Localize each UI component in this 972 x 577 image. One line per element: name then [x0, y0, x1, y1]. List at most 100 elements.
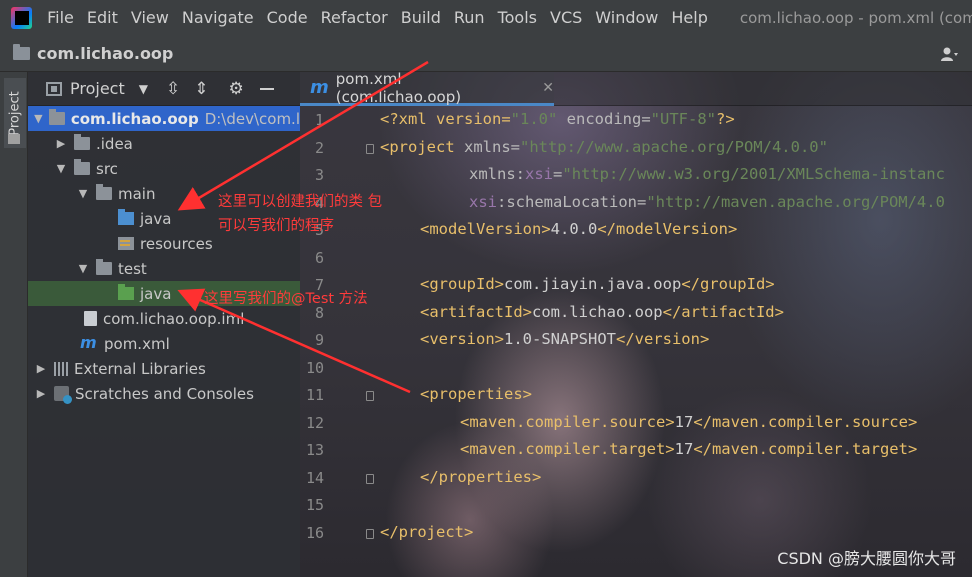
code-line-14: </properties>: [420, 468, 541, 486]
chevron-right-icon[interactable]: ▶: [34, 362, 48, 375]
menu-window[interactable]: Window: [590, 0, 666, 36]
tree-item-root[interactable]: ▼ com.lichao.oop D:\dev\com.l: [28, 106, 300, 131]
folder-icon: [74, 159, 90, 175]
menu-vcs[interactable]: VCS: [545, 0, 590, 36]
line-number: 11: [305, 386, 324, 404]
code-editor[interactable]: <?xml version="1.0" encoding="UTF-8"?> <…: [380, 106, 972, 577]
line-number: 3: [314, 166, 324, 184]
intellij-logo-icon: [11, 7, 33, 29]
fold-marker-icon[interactable]: [366, 529, 374, 539]
tree-item-label: .idea: [96, 134, 133, 153]
fold-marker-icon[interactable]: [366, 474, 374, 484]
scratches-icon: [54, 386, 72, 404]
menu-refactor[interactable]: Refactor: [316, 0, 396, 36]
chevron-down-icon[interactable]: ▼: [76, 262, 90, 275]
code-line-1: <?xml version="1.0" encoding="UTF-8"?>: [380, 110, 735, 128]
code-token: xsi: [469, 193, 497, 211]
chevron-right-icon[interactable]: ▶: [54, 137, 68, 150]
code-token: </modelVersion>: [597, 220, 738, 238]
code-token: </project>: [380, 523, 474, 541]
tree-item-iml[interactable]: com.lichao.oop.iml: [28, 306, 300, 331]
tree-item-label: resources: [140, 234, 213, 253]
code-token: 17: [674, 413, 694, 431]
code-token: xsi: [525, 165, 554, 183]
project-panel: Project ▼ ⇳ ⇕ ⚙ ▼ com.lichao.oop D:\dev\…: [28, 72, 300, 577]
editor-tab-bar: m pom.xml (com.lichao.oop) ✕: [300, 69, 972, 106]
tree-item-idea[interactable]: ▶ .idea: [28, 131, 300, 156]
annotation-text: 这里可以创建我们的类 包: [218, 194, 383, 210]
code-token: </groupId>: [681, 275, 775, 293]
code-token: </properties>: [420, 468, 542, 486]
code-token: =: [553, 165, 563, 183]
fold-marker-icon[interactable]: [366, 144, 374, 154]
tree-item-label: com.lichao.oop: [70, 109, 199, 128]
tree-item-label: main: [118, 184, 156, 203]
code-token: encoding=: [557, 110, 651, 128]
breadcrumb-project[interactable]: com.lichao.oop: [37, 44, 173, 63]
watermark: CSDN @膀大腰圆你大哥: [777, 549, 956, 568]
tree-item-src[interactable]: ▼ src: [28, 156, 300, 181]
tree-item-external-libraries[interactable]: ▶ External Libraries: [28, 356, 300, 381]
maven-file-icon: m: [80, 332, 97, 352]
tree-item-path: D:\dev\com.l: [204, 109, 300, 128]
line-number: 12: [305, 414, 324, 432]
left-tool-strip: Project: [0, 72, 28, 577]
code-token: <maven.compiler.target>: [460, 440, 675, 458]
menu-code[interactable]: Code: [262, 0, 316, 36]
code-token: "http://www.w3.org/2001/XMLSchema-instan…: [562, 165, 945, 183]
line-number: 1: [314, 111, 324, 129]
code-line-5: <modelVersion>4.0.0</modelVersion>: [420, 220, 737, 238]
code-line-12: <maven.compiler.source>17</maven.compile…: [460, 413, 917, 431]
project-panel-title[interactable]: Project: [70, 79, 125, 98]
project-folder-icon: [13, 44, 30, 60]
menu-help[interactable]: Help: [666, 0, 715, 36]
user-icon[interactable]: [940, 45, 958, 63]
code-token: :schemaLocation=: [497, 193, 647, 211]
menu-run[interactable]: Run: [449, 0, 493, 36]
code-line-2: <project xmlns="http://www.apache.org/PO…: [380, 138, 828, 156]
code-token: ?>: [715, 110, 735, 128]
chevron-down-icon[interactable]: ▼: [139, 82, 148, 96]
minimize-icon[interactable]: [259, 87, 274, 90]
chevron-down-icon[interactable]: ▼: [34, 112, 43, 125]
annotation-text: 可以写我们的程序: [218, 218, 334, 234]
module-folder-icon: [48, 109, 65, 125]
tree-item-pom[interactable]: m pom.xml: [28, 331, 300, 356]
menu-navigate[interactable]: Navigate: [177, 0, 262, 36]
menu-edit[interactable]: Edit: [82, 0, 126, 36]
chevron-down-icon[interactable]: ▼: [54, 162, 68, 175]
code-token: "http://maven.apache.org/POM/4.0: [646, 193, 945, 211]
code-line-7: <groupId>com.jiayin.java.oop</groupId>: [420, 275, 775, 293]
code-line-4: xsi:schemaLocation="http://maven.apache.…: [469, 193, 945, 211]
tab-label: pom.xml (com.lichao.oop): [335, 69, 462, 106]
menu-view[interactable]: View: [126, 0, 177, 36]
fold-marker-icon[interactable]: [366, 391, 374, 401]
code-line-13: <maven.compiler.target>17</maven.compile…: [460, 440, 917, 458]
code-token: :: [515, 165, 526, 183]
folder-icon: [74, 134, 90, 150]
menu-file[interactable]: File: [42, 0, 82, 36]
chevron-right-icon[interactable]: ▶: [34, 387, 48, 400]
iml-file-icon: [84, 311, 97, 326]
tree-item-test[interactable]: ▼ test: [28, 256, 300, 281]
tree-item-label: src: [96, 159, 118, 178]
menu-build[interactable]: Build: [396, 0, 449, 36]
tab-pom-xml[interactable]: m pom.xml (com.lichao.oop) ✕: [300, 69, 554, 106]
code-token: 4.0.0: [550, 220, 598, 238]
gear-icon[interactable]: ⚙: [228, 79, 243, 99]
tree-item-scratches[interactable]: ▶ Scratches and Consoles: [28, 381, 300, 406]
navigation-bar: com.lichao.oop: [0, 36, 972, 72]
annotation-text: 这里写我们的@Test 方法: [204, 291, 368, 307]
line-number: 2: [314, 139, 324, 157]
code-line-16: </project>: [380, 523, 473, 541]
code-token: 17: [674, 440, 694, 458]
chevron-down-icon[interactable]: ▼: [76, 187, 90, 200]
source-folder-icon: [118, 209, 134, 225]
code-line-9: <version>1.0-SNAPSHOT</version>: [420, 330, 709, 348]
expand-all-icon[interactable]: ⇳: [166, 79, 180, 99]
close-icon[interactable]: ✕: [542, 80, 554, 96]
collapse-all-icon[interactable]: ⇕: [194, 79, 208, 99]
code-line-8: <artifactId>com.lichao.oop</artifactId>: [420, 303, 784, 321]
menu-tools[interactable]: Tools: [493, 0, 545, 36]
tree-item-label: test: [118, 259, 147, 278]
